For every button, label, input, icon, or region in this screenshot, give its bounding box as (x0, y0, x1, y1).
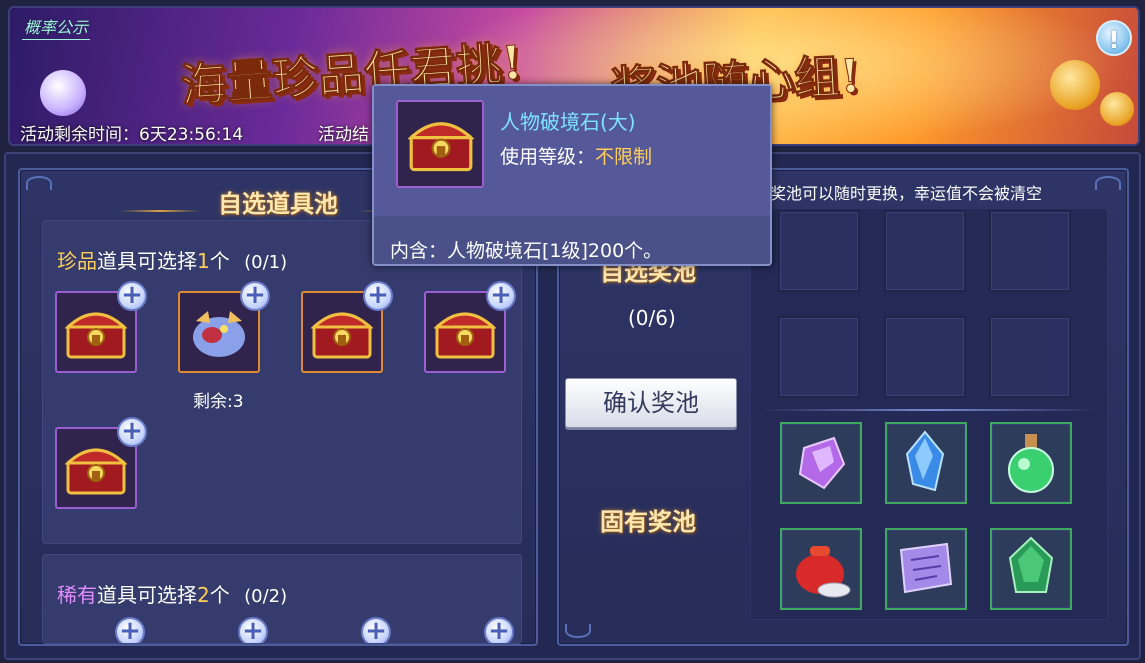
rare-section-title: 珍品道具可选择1个 (0/1) (57, 245, 287, 274)
empty-pool-slot[interactable] (778, 210, 860, 292)
item-tooltip: 人物破境石(大) 使用等级：不限制 内含：人物破境石[1级]200个。 (372, 84, 772, 266)
empty-pool-slot[interactable] (989, 316, 1071, 398)
divider (760, 409, 1100, 411)
confirm-pool-button[interactable]: 确认奖池 (565, 378, 737, 428)
corner-ornament (565, 624, 591, 638)
select-count: 1 (197, 249, 210, 273)
fixed-item-slot[interactable] (780, 528, 862, 610)
rare-items-section: 珍品道具可选择1个 (0/1) + + 剩余:3 + + + (42, 220, 522, 544)
dragon-pet-icon (193, 311, 245, 357)
remaining-time-value: 6天23:56:14 (139, 125, 244, 145)
info-icon[interactable]: ! (1096, 20, 1132, 56)
corner-ornament (1095, 176, 1121, 190)
treasure-chest-icon (311, 312, 373, 359)
fixed-item-slot[interactable] (990, 422, 1072, 504)
add-plus-icon[interactable]: + (238, 617, 268, 643)
purple-scroll-icon (899, 542, 953, 594)
add-plus-icon[interactable]: + (361, 617, 391, 643)
item-slot[interactable]: + (55, 417, 147, 509)
section-label: 道具可选择 (97, 249, 197, 273)
add-plus-icon[interactable]: + (240, 281, 270, 311)
tooltip-description: 内含：人物破境石[1级]200个。 (390, 240, 663, 262)
fixed-item-slot[interactable] (885, 528, 967, 610)
item-slot[interactable]: + (178, 281, 270, 373)
green-potion-icon (1008, 434, 1054, 493)
level-value: 不限制 (595, 146, 653, 168)
pearl-icon (40, 70, 86, 116)
add-plus-icon[interactable]: + (117, 281, 147, 311)
tooltip-level: 使用等级：不限制 (500, 142, 652, 169)
fixed-pool-title: 固有奖池 (600, 508, 696, 536)
add-plus-icon[interactable]: + (117, 417, 147, 447)
tooltip-item-frame (396, 100, 484, 188)
gold-coin-icon (1050, 60, 1100, 110)
probability-link[interactable]: 概率公示 (22, 14, 91, 40)
gold-coin-icon (1100, 92, 1134, 126)
blue-crystal-icon (905, 430, 945, 492)
tooltip-item-name: 人物破境石(大) (500, 110, 636, 134)
level-label: 使用等级： (500, 146, 596, 168)
treasure-chest-icon (434, 312, 496, 359)
section-suffix: 个 (209, 249, 230, 273)
epic-section-title: 稀有道具可选择2个 (0/2) (57, 579, 287, 608)
add-plus-icon[interactable]: + (486, 281, 516, 311)
treasure-chest-icon (65, 448, 127, 495)
empty-pool-slot[interactable] (884, 210, 966, 292)
fixed-item-slot[interactable] (990, 528, 1072, 610)
self-pool-count: (0/6) (628, 306, 676, 330)
treasure-chest-icon (408, 122, 474, 172)
add-plus-icon[interactable]: + (363, 281, 393, 311)
empty-pool-slot[interactable] (989, 210, 1071, 292)
treasure-chest-icon (65, 312, 127, 359)
remaining-time: 活动剩余时间：6天23:56:14 (20, 120, 244, 145)
section-progress: (0/1) (244, 252, 288, 273)
remaining-time-label: 活动剩余时间： (20, 125, 139, 145)
remaining-count: 剩余:3 (193, 392, 244, 412)
select-count: 2 (197, 583, 210, 607)
rarity-label: 稀有 (57, 583, 97, 607)
section-progress: (0/2) (244, 586, 288, 607)
item-slot[interactable]: + (301, 281, 393, 373)
section-label: 道具可选择 (97, 583, 197, 607)
activity-text: 活动结 (318, 125, 369, 145)
epic-items-section: 稀有道具可选择2个 (0/2) + + + + (42, 554, 522, 644)
rarity-label: 珍品 (57, 249, 97, 273)
item-slot[interactable]: + (424, 281, 516, 373)
red-lucky-bag-icon (796, 546, 851, 598)
empty-pool-slot[interactable] (778, 316, 860, 398)
fixed-item-slot[interactable] (780, 422, 862, 504)
purple-gem-icon (798, 436, 846, 490)
section-suffix: 个 (209, 583, 230, 607)
pool-notice: 奖池可以随时更换，幸运值不会被清空 (770, 184, 1043, 203)
add-plus-icon[interactable]: + (115, 617, 145, 643)
green-stone-icon (1008, 536, 1054, 593)
add-plus-icon[interactable]: + (484, 617, 514, 643)
fixed-item-slot[interactable] (885, 422, 967, 504)
empty-pool-slot[interactable] (884, 316, 966, 398)
item-slot[interactable]: + (55, 281, 147, 373)
